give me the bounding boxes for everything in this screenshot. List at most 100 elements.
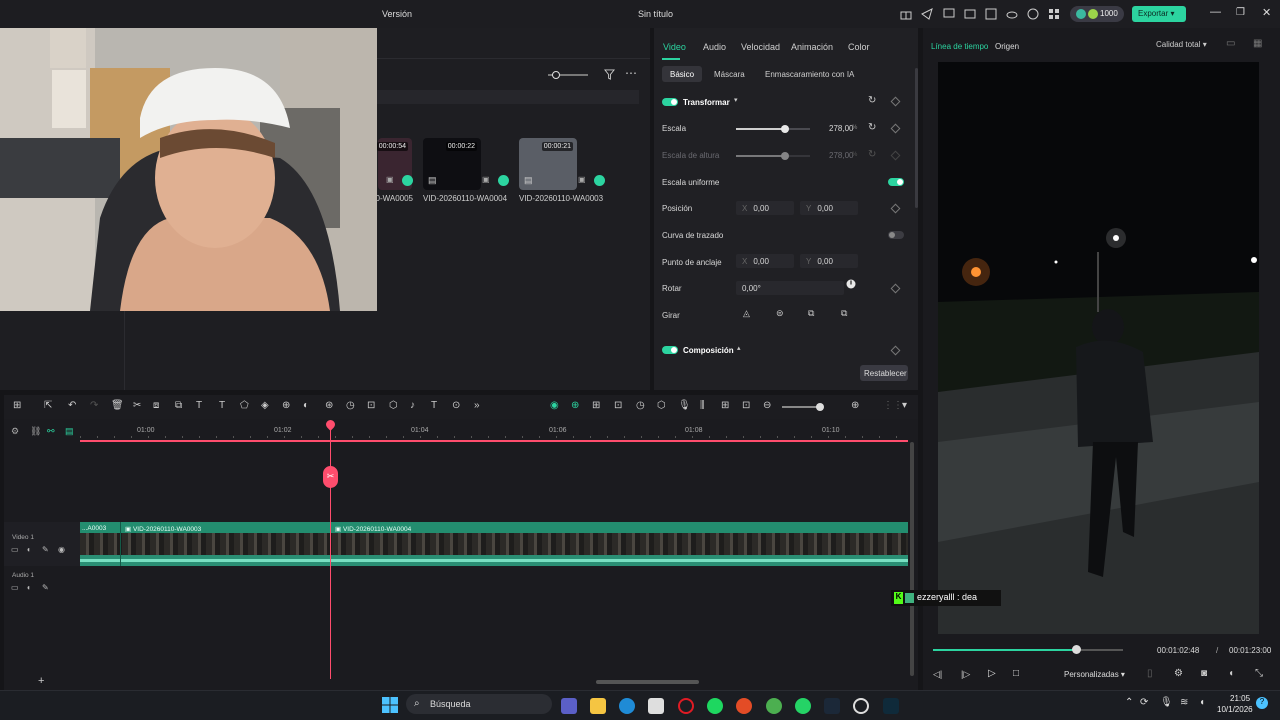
reset-button[interactable]: Restablecer <box>860 365 908 381</box>
tab-audio[interactable]: Audio <box>703 42 726 52</box>
image-icon[interactable]: ⊡ <box>614 400 622 411</box>
maximize-icon[interactable]: ❐ <box>1236 7 1245 18</box>
chat-icon[interactable] <box>943 8 955 20</box>
scene-icon[interactable]: ⊞ <box>592 400 600 411</box>
chevron-up-icon[interactable]: ⌃ <box>1125 697 1133 708</box>
vertical-scrollbar[interactable] <box>910 442 914 676</box>
stop-icon[interactable]: □ <box>1013 668 1019 679</box>
split-icon[interactable]: ⧉ <box>175 400 182 411</box>
path-curve-toggle[interactable] <box>888 231 904 239</box>
chrome-icon[interactable] <box>736 698 752 714</box>
grid-icon[interactable] <box>1048 8 1060 20</box>
playhead[interactable] <box>330 421 331 679</box>
zoom-slider[interactable] <box>548 71 588 79</box>
zoom-icon[interactable]: ⊕ <box>282 400 290 411</box>
tab-color[interactable]: Color <box>848 42 870 52</box>
steam-icon[interactable] <box>824 698 840 714</box>
uniform-scale-toggle[interactable] <box>888 178 904 186</box>
edge-icon[interactable] <box>619 698 635 714</box>
github-icon[interactable] <box>853 698 869 714</box>
wifi-icon[interactable]: ≋ <box>1180 697 1188 708</box>
quality-select[interactable]: Calidad total ▾ <box>1156 40 1207 49</box>
position-y-field[interactable]: Y 0,00 <box>800 201 858 215</box>
scrollbar[interactable] <box>915 68 918 208</box>
caret-down-icon[interactable]: ▾ <box>734 96 738 104</box>
flip-vertical-icon[interactable]: ⊜ <box>776 308 784 319</box>
zoom-in-icon[interactable]: ⊕ <box>851 400 859 411</box>
step-play-icon[interactable]: |▷ <box>961 669 970 680</box>
more-icon[interactable]: » <box>474 400 480 411</box>
layout-icon[interactable] <box>964 8 976 20</box>
horizontal-scrollbar[interactable] <box>596 680 699 684</box>
fx-icon[interactable]: ⊞ <box>721 400 729 411</box>
sync-icon[interactable]: ⟳ <box>1140 697 1148 708</box>
video-clip[interactable] <box>80 522 908 566</box>
scale-value[interactable]: 278,00 <box>829 124 853 133</box>
grid-view-icon[interactable]: ▦ <box>1253 38 1262 49</box>
mic-icon[interactable]: 🎙 <box>1160 697 1173 708</box>
send-icon[interactable] <box>921 8 933 20</box>
spotify-icon[interactable] <box>707 698 723 714</box>
playback-mode-select[interactable]: Personalizadas ▾ <box>1064 670 1125 679</box>
flip-horizontal-icon[interactable]: ◬ <box>743 308 750 319</box>
progress-bar[interactable] <box>933 645 1123 654</box>
help-icon[interactable]: ? <box>1256 697 1268 709</box>
anchor-x-field[interactable]: X 0,00 <box>736 254 794 268</box>
keyframe-icon[interactable] <box>890 283 901 294</box>
volume-icon[interactable]: ◖ <box>1199 697 1205 708</box>
cut-icon[interactable]: ✂ <box>133 400 141 411</box>
rotate-dial-icon[interactable] <box>846 279 856 289</box>
subtitle-icon[interactable]: T <box>431 400 437 411</box>
snapshot-icon[interactable]: ▭ <box>1226 38 1235 49</box>
file-explorer-icon[interactable] <box>590 698 606 714</box>
more-icon[interactable]: ⋯ <box>625 66 637 80</box>
scissors-icon[interactable]: ✂ <box>323 466 338 488</box>
speed-icon[interactable]: ◷ <box>346 400 355 411</box>
camera-icon[interactable]: ◙ <box>1201 668 1207 679</box>
gift-icon[interactable] <box>900 8 912 20</box>
filter-icon[interactable] <box>604 69 615 80</box>
record-icon[interactable]: ⊙ <box>452 400 460 411</box>
lock-icon[interactable]: ✎ <box>42 545 49 554</box>
text-icon[interactable]: T <box>196 400 202 411</box>
cloud-icon[interactable] <box>1006 8 1018 20</box>
close-icon[interactable]: ✕ <box>1262 6 1271 19</box>
select-icon[interactable]: ⇱ <box>44 400 52 411</box>
shape-icon[interactable]: ⬠ <box>240 400 249 411</box>
prev-frame-icon[interactable]: ◁| <box>933 669 942 680</box>
keyframe-icon[interactable] <box>890 123 901 134</box>
tab-video[interactable]: Video <box>663 42 686 52</box>
rotate-cw-icon[interactable]: ⧉ <box>808 308 814 319</box>
add-track-icon[interactable]: + <box>38 675 44 687</box>
tab-speed[interactable]: Velocidad <box>741 42 780 52</box>
fullscreen-icon[interactable]: ⤡ <box>1255 668 1263 679</box>
eye-icon[interactable]: ◉ <box>58 545 65 554</box>
composition-toggle[interactable] <box>662 346 678 354</box>
tab-animation[interactable]: Animación <box>791 42 833 52</box>
ai-assist-icon[interactable]: ◉ <box>550 400 559 411</box>
whatsapp-icon[interactable] <box>795 698 811 714</box>
mic-icon[interactable]: 🎙 <box>678 400 691 411</box>
clock-time[interactable]: 21:05 <box>1230 694 1250 703</box>
crop-icon[interactable]: ⧈ <box>153 400 159 411</box>
export-button[interactable]: Exportar ▾ <box>1132 6 1186 22</box>
opera-icon[interactable] <box>678 698 694 714</box>
folder-icon[interactable]: ▭ <box>11 583 19 592</box>
credits-badge[interactable]: 1000 <box>1070 6 1124 22</box>
render-icon[interactable]: ⚙ <box>1174 668 1183 679</box>
minimize-icon[interactable]: — <box>1210 6 1221 18</box>
anchor-y-field[interactable]: Y 0,00 <box>800 254 858 268</box>
filmora-icon[interactable] <box>883 698 899 714</box>
clip-icon[interactable]: ▯ <box>1147 668 1153 679</box>
rotate-field[interactable]: 0,00° <box>736 281 844 295</box>
subtab-mask[interactable]: Máscara <box>714 70 745 79</box>
zoom-out-icon[interactable]: ⊖ <box>763 400 771 411</box>
caret-up-icon[interactable]: ▴ <box>737 344 741 352</box>
color-icon[interactable]: ◐ <box>303 400 309 411</box>
transform-toggle[interactable] <box>662 98 678 106</box>
scale-slider[interactable] <box>736 125 810 133</box>
subtitle-icon[interactable]: ⊡ <box>742 400 750 411</box>
green-screen-icon[interactable]: ⊕ <box>571 400 579 411</box>
keyframe-icon[interactable] <box>890 96 901 107</box>
subtab-basic[interactable]: Básico <box>670 70 694 79</box>
